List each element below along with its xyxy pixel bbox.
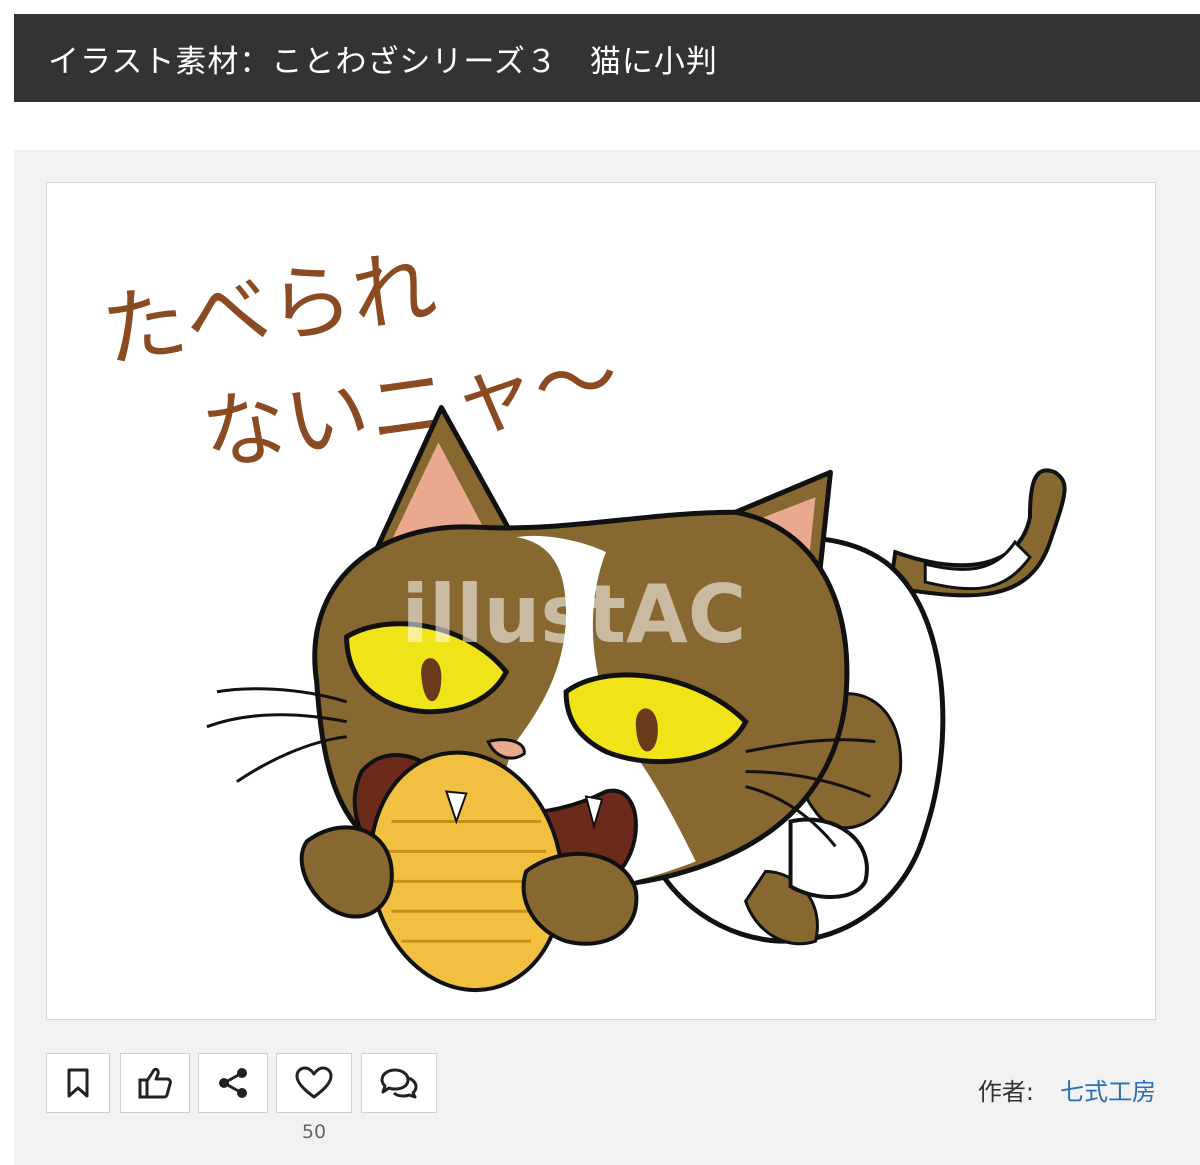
heart-icon (295, 1066, 333, 1099)
bookmark-button[interactable] (46, 1053, 110, 1113)
like-button[interactable] (120, 1053, 190, 1113)
share-icon (219, 1068, 247, 1098)
share-button[interactable] (198, 1053, 268, 1113)
thumbs-up-icon (138, 1067, 172, 1099)
author-label: 作者: (977, 1078, 1034, 1106)
author-link[interactable]: 七式工房 (1060, 1072, 1156, 1107)
illustration-image[interactable]: たべられ ないニャ〜 illustAC (46, 182, 1156, 1020)
cat-illustration: たべられ ないニャ〜 illustAC (96, 237, 1067, 993)
page-title-text: イラスト素材：ことわざシリーズ３ 猫に小判 (48, 43, 718, 80)
page-title: イラスト素材：ことわざシリーズ３ 猫に小判 (14, 14, 1200, 102)
author-info: 作者: 七式工房 (978, 1072, 1156, 1107)
comment-icon (380, 1068, 418, 1099)
favorite-count: 50 (301, 1121, 327, 1143)
bookmark-icon (67, 1068, 89, 1098)
caption-line1: たべられ (96, 237, 442, 381)
favorite-button[interactable] (276, 1053, 352, 1113)
comment-button[interactable] (361, 1053, 437, 1113)
watermark-text: illustAC (401, 568, 746, 661)
